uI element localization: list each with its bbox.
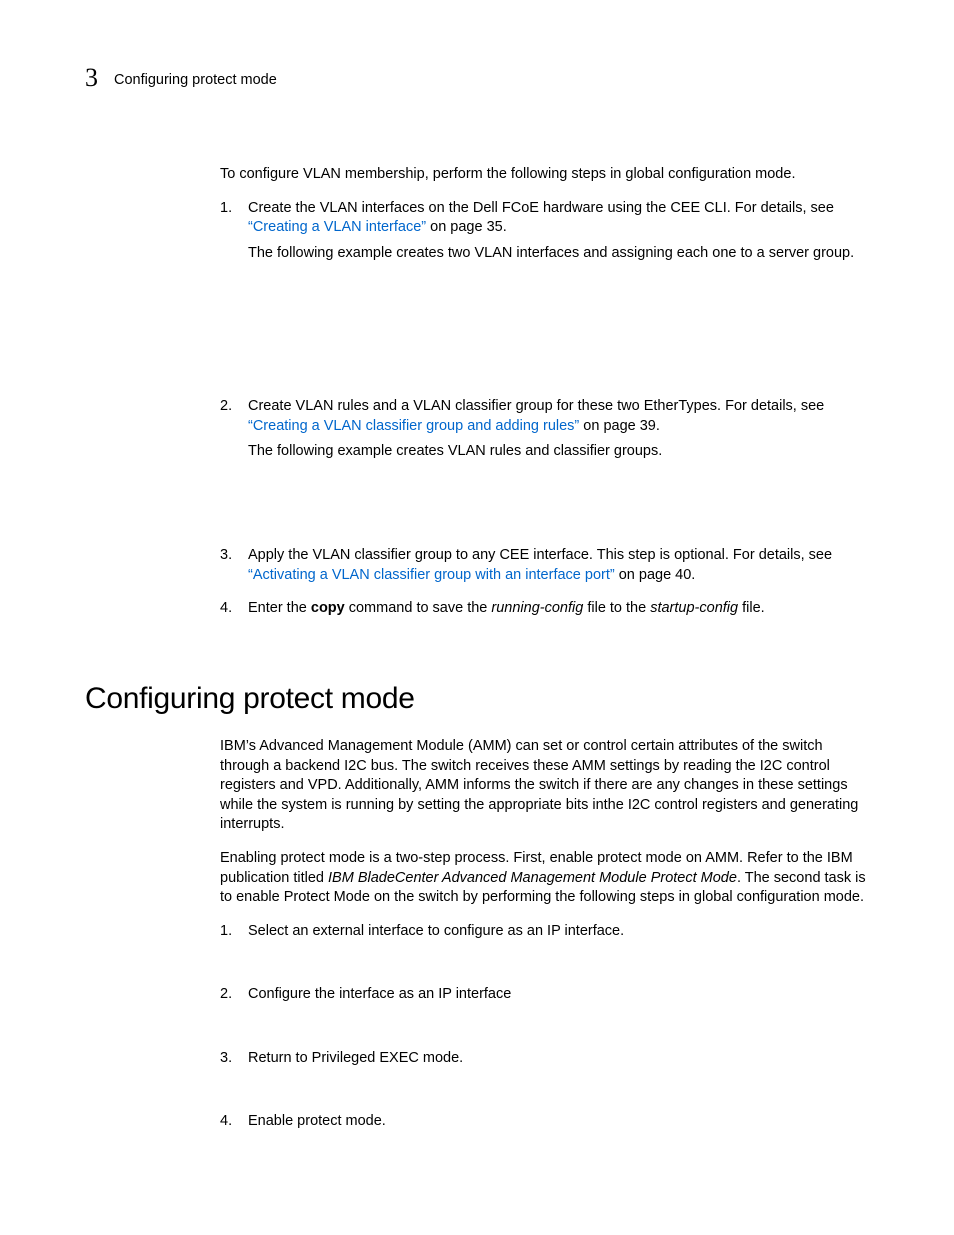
- step-number: 1.: [220, 199, 248, 264]
- step-text-fragment: on page 40.: [615, 567, 696, 583]
- list-item: 3. Return to Privileged EXEC mode.: [220, 1049, 869, 1069]
- step-text-fragment: Create the VLAN interfaces on the Dell F…: [248, 200, 834, 216]
- step-text: Apply the VLAN classifier group to any C…: [248, 546, 869, 585]
- chapter-number: 3: [85, 60, 98, 95]
- step-text: Create VLAN rules and a VLAN classifier …: [248, 397, 869, 462]
- vlan-steps-list: 1. Create the VLAN interfaces on the Del…: [220, 199, 869, 264]
- command-name: copy: [311, 600, 345, 616]
- step-subparagraph: The following example creates two VLAN i…: [248, 244, 869, 264]
- step-text-fragment: file.: [738, 600, 765, 616]
- step-number: 2.: [220, 985, 248, 1005]
- xref-link[interactable]: “Creating a VLAN interface”: [248, 219, 426, 235]
- section-paragraph: Enabling protect mode is a two-step proc…: [220, 849, 869, 908]
- step-subparagraph: The following example creates VLAN rules…: [248, 442, 869, 462]
- page-header: 3 Configuring protect mode: [85, 60, 869, 95]
- intro-paragraph: To configure VLAN membership, perform th…: [220, 165, 869, 185]
- list-item: 4. Enable protect mode.: [220, 1112, 869, 1132]
- step-text-fragment: command to save the: [345, 600, 492, 616]
- list-item: 4. Enter the copy command to save the ru…: [220, 599, 869, 619]
- section-heading: Configuring protect mode: [85, 679, 869, 720]
- step-text: Return to Privileged EXEC mode.: [248, 1049, 869, 1069]
- xref-link[interactable]: “Activating a VLAN classifier group with…: [248, 567, 615, 583]
- step-number: 3.: [220, 1049, 248, 1069]
- page: 3 Configuring protect mode To configure …: [0, 0, 954, 1206]
- spacer: [220, 1082, 869, 1112]
- vlan-steps-list-cont2: 3. Apply the VLAN classifier group to an…: [220, 546, 869, 619]
- protect-steps-list: 1. Select an external interface to confi…: [220, 922, 869, 942]
- publication-title: IBM BladeCenter Advanced Management Modu…: [328, 870, 737, 886]
- step-text-fragment: on page 39.: [579, 418, 660, 434]
- step-number: 4.: [220, 1112, 248, 1132]
- spacer: [220, 277, 869, 397]
- protect-steps-list-cont3: 4. Enable protect mode.: [220, 1112, 869, 1132]
- section-paragraph: IBM’s Advanced Management Module (AMM) c…: [220, 737, 869, 835]
- chapter-running-title: Configuring protect mode: [114, 71, 277, 91]
- file-name: running-config: [491, 600, 583, 616]
- list-item: 1. Select an external interface to confi…: [220, 922, 869, 942]
- content-area: To configure VLAN membership, perform th…: [220, 165, 869, 1132]
- step-text: Create the VLAN interfaces on the Dell F…: [248, 199, 869, 264]
- protect-steps-list-cont: 2. Configure the interface as an IP inte…: [220, 985, 869, 1005]
- step-text-fragment: Apply the VLAN classifier group to any C…: [248, 547, 832, 563]
- xref-link[interactable]: “Creating a VLAN classifier group and ad…: [248, 418, 579, 434]
- step-text: Configure the interface as an IP interfa…: [248, 985, 869, 1005]
- spacer: [220, 955, 869, 985]
- list-item: 1. Create the VLAN interfaces on the Del…: [220, 199, 869, 264]
- step-text: Enter the copy command to save the runni…: [248, 599, 869, 619]
- list-item: 2. Configure the interface as an IP inte…: [220, 985, 869, 1005]
- step-text: Select an external interface to configur…: [248, 922, 869, 942]
- file-name: startup-config: [650, 600, 738, 616]
- step-text-fragment: Enter the: [248, 600, 311, 616]
- step-number: 3.: [220, 546, 248, 585]
- protect-steps-list-cont2: 3. Return to Privileged EXEC mode.: [220, 1049, 869, 1069]
- list-item: 2. Create VLAN rules and a VLAN classifi…: [220, 397, 869, 462]
- step-number: 4.: [220, 599, 248, 619]
- spacer: [220, 1019, 869, 1049]
- step-text: Enable protect mode.: [248, 1112, 869, 1132]
- step-text-fragment: file to the: [583, 600, 650, 616]
- step-text-fragment: Create VLAN rules and a VLAN classifier …: [248, 398, 824, 414]
- spacer: [220, 476, 869, 546]
- step-number: 1.: [220, 922, 248, 942]
- step-number: 2.: [220, 397, 248, 462]
- vlan-steps-list-cont: 2. Create VLAN rules and a VLAN classifi…: [220, 397, 869, 462]
- list-item: 3. Apply the VLAN classifier group to an…: [220, 546, 869, 585]
- step-text-fragment: on page 35.: [426, 219, 507, 235]
